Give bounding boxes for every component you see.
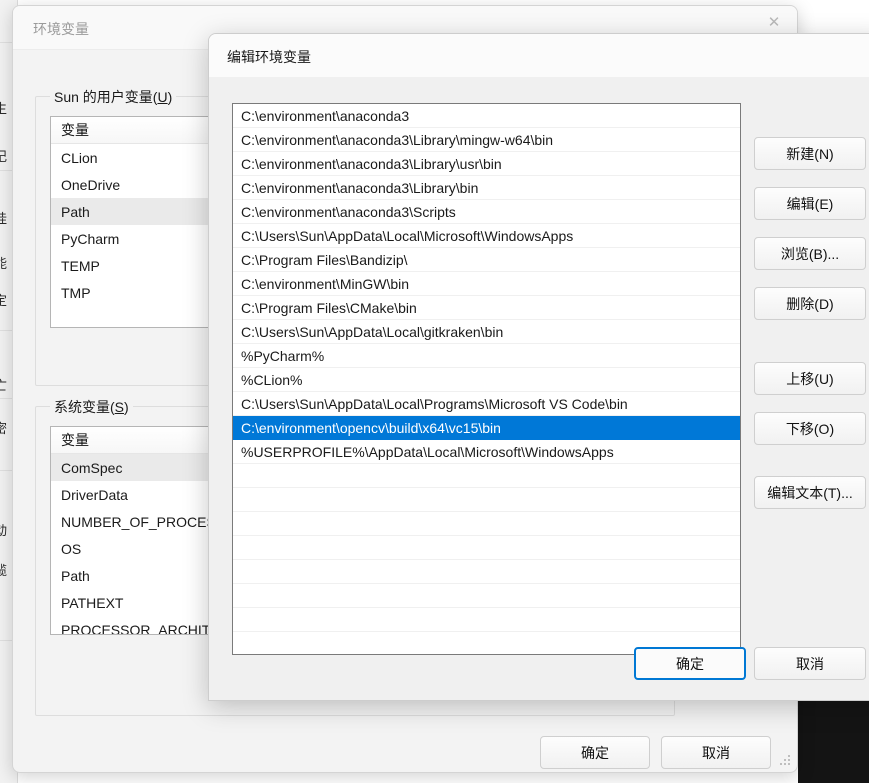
resize-grip-icon[interactable] (780, 755, 792, 767)
list-item[interactable]: C:\Program Files\Bandizip\ (233, 248, 740, 272)
system-variables-legend-prefix: 系统变量( (54, 399, 115, 415)
inner-dialog-title: 编辑环境变量 (227, 49, 311, 65)
delete-button[interactable]: 删除(D) (754, 287, 866, 320)
list-item-empty[interactable] (233, 488, 740, 512)
list-item[interactable]: C:\Users\Sun\AppData\Local\Programs\Micr… (233, 392, 740, 416)
list-item-empty[interactable] (233, 464, 740, 488)
bg-glyph-0: 生 (0, 98, 7, 117)
list-item-empty[interactable] (233, 560, 740, 584)
list-item[interactable]: C:\Users\Sun\AppData\Local\Microsoft\Win… (233, 224, 740, 248)
inner-titlebar[interactable]: 编辑环境变量 ✕ (209, 34, 869, 78)
system-variables-legend-accel: S (114, 399, 125, 415)
screen-root: 生 记 挂 能 定 亡 密 动 缆 环境变量 ✕ Sun 的用户变量(U) 变量… (0, 0, 869, 783)
move-up-button[interactable]: 上移(U) (754, 362, 866, 395)
system-variables-legend: 系统变量(S) (50, 397, 133, 417)
bg-glyph-5: 亡 (0, 375, 7, 394)
outer-window-title: 环境变量 (33, 21, 89, 37)
move-down-button[interactable]: 下移(O) (754, 412, 866, 445)
bg-glyph-3: 能 (0, 253, 7, 272)
user-variables-legend-prefix: Sun 的用户变量( (54, 89, 158, 105)
list-item-empty[interactable] (233, 608, 740, 632)
bg-glyph-6: 密 (0, 418, 7, 437)
system-variables-legend-suffix: ) (124, 399, 129, 415)
user-variables-legend-accel: U (157, 89, 168, 105)
path-entries-list[interactable]: C:\environment\anaconda3 C:\environment\… (232, 103, 741, 655)
bg-glyph-1: 记 (0, 146, 7, 165)
close-icon[interactable]: ✕ (855, 43, 869, 73)
list-item[interactable]: %PyCharm% (233, 344, 740, 368)
edit-button[interactable]: 编辑(E) (754, 187, 866, 220)
taskbar-region (798, 701, 869, 783)
bg-glyph-7: 动 (0, 520, 7, 539)
outer-ok-button[interactable]: 确定 (540, 736, 650, 769)
inner-cancel-button[interactable]: 取消 (754, 647, 866, 680)
user-variables-legend-suffix: ) (167, 89, 173, 105)
browse-button[interactable]: 浏览(B)... (754, 237, 866, 270)
inner-ok-button[interactable]: 确定 (634, 647, 746, 680)
edit-text-button[interactable]: 编辑文本(T)... (754, 476, 866, 509)
list-item[interactable]: C:\Users\Sun\AppData\Local\gitkraken\bin (233, 320, 740, 344)
new-button[interactable]: 新建(N) (754, 137, 866, 170)
list-item[interactable]: C:\environment\anaconda3\Library\usr\bin (233, 152, 740, 176)
list-item[interactable]: C:\Program Files\CMake\bin (233, 296, 740, 320)
list-item[interactable]: C:\environment\anaconda3\Scripts (233, 200, 740, 224)
list-item-empty[interactable] (233, 512, 740, 536)
user-variables-legend: Sun 的用户变量(U) (50, 87, 177, 107)
list-item[interactable]: C:\environment\anaconda3\Library\mingw-w… (233, 128, 740, 152)
bg-glyph-8: 缆 (0, 560, 7, 579)
list-item[interactable]: %CLion% (233, 368, 740, 392)
list-item-empty[interactable] (233, 584, 740, 608)
bg-glyph-2: 挂 (0, 208, 7, 227)
list-item-empty[interactable] (233, 536, 740, 560)
bg-glyph-4: 定 (0, 290, 7, 309)
list-item-selected[interactable]: C:\environment\opencv\build\x64\vc15\bin (233, 416, 740, 440)
list-item[interactable]: C:\environment\anaconda3 (233, 104, 740, 128)
list-item[interactable]: C:\environment\MinGW\bin (233, 272, 740, 296)
list-item[interactable]: %USERPROFILE%\AppData\Local\Microsoft\Wi… (233, 440, 740, 464)
list-item[interactable]: C:\environment\anaconda3\Library\bin (233, 176, 740, 200)
outer-cancel-button[interactable]: 取消 (661, 736, 771, 769)
edit-environment-variable-dialog: 编辑环境变量 ✕ C:\environment\anaconda3 C:\env… (208, 33, 869, 701)
